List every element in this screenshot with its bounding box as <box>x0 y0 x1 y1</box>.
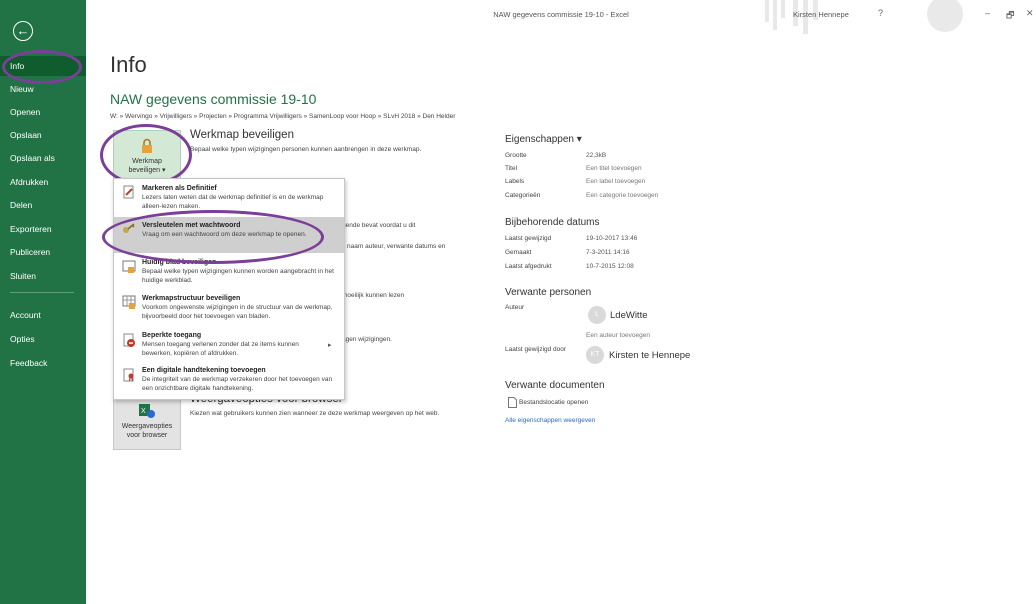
menu-item-digital-signature[interactable]: Een digitale handtekening toevoegen De i… <box>114 364 344 398</box>
excel-browser-icon: X <box>139 404 155 418</box>
protect-section-desc: Bepaal welke typen wijzigingen personen … <box>190 146 422 153</box>
document-title: NAW gegevens commissie 19-10 <box>110 91 317 107</box>
digital-signature-icon <box>123 368 134 382</box>
modified-value: 19-10-2017 13:46 <box>586 235 638 242</box>
categories-field[interactable]: Een categorie toevoegen <box>586 192 658 199</box>
nav-account[interactable]: Account <box>0 305 86 325</box>
created-value: 7-3-2011 14:16 <box>586 249 630 256</box>
menu-item-desc: Voorkom ongewenste wijzigingen in de str… <box>142 304 333 320</box>
author-avatar: L <box>588 306 606 324</box>
nav-info[interactable]: Info <box>0 56 86 76</box>
hidden-section-text: l, naam auteur, verwante datums en <box>342 243 446 250</box>
nav-opties[interactable]: Opties <box>0 329 86 349</box>
nav-opslaan[interactable]: Opslaan <box>0 125 86 145</box>
menu-item-title: Markeren als Definitief <box>142 185 217 192</box>
backstage-sidebar: ← Info Nieuw Openen Opslaan Opslaan als … <box>0 0 86 604</box>
header-decoration-image <box>765 0 963 34</box>
back-arrow-icon[interactable]: ← <box>13 21 33 41</box>
menu-item-restrict-access[interactable]: Beperkte toegang Mensen toegang verlenen… <box>114 329 344 363</box>
menu-item-title: Beperkte toegang <box>142 332 202 339</box>
menu-item-desc: De integriteit van de werkmap verzekeren… <box>142 376 333 392</box>
modified-by-avatar: KT <box>586 346 604 364</box>
properties-header[interactable]: Eigenschappen ▾ <box>505 134 582 145</box>
modified-by-name[interactable]: Kirsten te Hennepe <box>609 350 690 361</box>
protect-workbook-button[interactable]: Werkmap beveiligen ▾ <box>113 130 181 180</box>
nav-divider <box>10 292 74 293</box>
labels-field[interactable]: Een label toevoegen <box>586 178 645 185</box>
size-label: Grootte <box>505 152 527 159</box>
restore-icon[interactable]: 🗗 <box>1006 8 1014 24</box>
help-icon[interactable]: ? <box>878 8 883 18</box>
nav-sluiten[interactable]: Sluiten <box>0 266 86 286</box>
menu-item-title: Versleutelen met wachtwoord <box>142 222 241 229</box>
nav-publiceren[interactable]: Publiceren <box>0 242 86 262</box>
key-icon <box>123 223 135 233</box>
hidden-section-text: gende bevat voordat u dit <box>342 222 416 229</box>
people-header: Verwante personen <box>505 287 592 298</box>
author-name[interactable]: LdeWitte <box>610 310 648 321</box>
author-label: Auteur <box>505 304 525 311</box>
printed-value: 10-7-2015 12:08 <box>586 263 634 270</box>
hidden-section-text: moeilijk kunnen lezen <box>342 292 405 299</box>
menu-item-title: Huidig blad beveiligen <box>142 259 217 266</box>
categories-label: Categorieën <box>505 192 541 199</box>
menu-item-protect-structure[interactable]: Werkmapstructuur beveiligen Voorkom onge… <box>114 291 344 327</box>
menu-item-desc: Vraag om een wachtwoord om deze werkmap … <box>142 231 307 238</box>
protect-workbook-menu: Markeren als Definitief Lezers laten wet… <box>113 178 345 400</box>
nav-afdrukken[interactable]: Afdrukken <box>0 172 86 192</box>
menu-item-title: Werkmapstructuur beveiligen <box>142 295 241 302</box>
protect-section-title: Werkmap beveiligen <box>190 129 294 141</box>
modified-by-label: Laatst gewijzigd door <box>505 346 567 353</box>
page-title: Info <box>110 52 147 77</box>
menu-item-encrypt-password[interactable]: Versleutelen met wachtwoord Vraag om een… <box>114 217 344 253</box>
mark-final-icon <box>123 185 134 199</box>
menu-item-mark-final[interactable]: Markeren als Definitief Lezers laten wet… <box>114 181 344 215</box>
close-icon[interactable]: ✕ <box>1026 8 1034 19</box>
minimize-icon[interactable]: – <box>985 8 990 18</box>
breadcrumb[interactable]: W: » Wervingo » Vrijwilligers » Projecte… <box>110 113 455 120</box>
lock-icon <box>142 138 152 153</box>
menu-item-protect-sheet[interactable]: Huidig blad beveiligen Bepaal welke type… <box>114 256 344 290</box>
created-label: Gemaakt <box>505 249 532 256</box>
restrict-access-icon <box>123 333 135 347</box>
printed-label: Laatst afgedrukt <box>505 263 552 270</box>
browser-button-label-1: Weergaveopties <box>121 423 173 430</box>
signed-in-user[interactable]: Kirsten Hennepe <box>793 10 849 19</box>
submenu-arrow-icon: ▸ <box>328 342 332 349</box>
workbook-structure-icon <box>122 295 136 309</box>
menu-item-desc: Mensen toegang verlenen zonder dat ze it… <box>142 341 299 357</box>
open-file-location-link[interactable]: Bestandslocatie openen <box>519 399 588 406</box>
browser-view-options-button[interactable]: X Weergaveopties voor browser <box>113 398 181 450</box>
nav-opslaan-als[interactable]: Opslaan als <box>0 148 86 168</box>
protect-button-label-1: Werkmap <box>132 158 162 165</box>
nav-feedback[interactable]: Feedback <box>0 353 86 373</box>
svg-text:X: X <box>141 408 146 415</box>
menu-item-title: Een digitale handtekening toevoegen <box>142 367 266 374</box>
show-all-properties-link[interactable]: Alle eigenschappen weergeven <box>505 417 595 424</box>
title-field[interactable]: Een titel toevoegen <box>586 165 642 172</box>
nav-delen[interactable]: Delen <box>0 195 86 215</box>
protect-button-label-2: beveiligen ▾ <box>128 167 166 174</box>
protect-sheet-icon <box>122 260 136 273</box>
labels-label: Labels <box>505 178 525 185</box>
dates-header: Bijbehorende datums <box>505 217 600 228</box>
size-value: 22,3kB <box>586 152 607 159</box>
hidden-section-text: agen wijzigingen. <box>342 336 392 343</box>
folder-file-icon <box>508 397 517 408</box>
menu-item-desc: Lezers laten weten dat de werkmap defini… <box>142 194 324 210</box>
nav-openen[interactable]: Openen <box>0 102 86 122</box>
add-author-link[interactable]: Een auteur toevoegen <box>586 332 650 339</box>
browser-button-label-2: voor browser <box>126 432 168 439</box>
modified-label: Laatst gewijzigd <box>505 235 552 242</box>
nav-nieuw[interactable]: Nieuw <box>0 79 86 99</box>
title-label: Titel <box>505 165 518 172</box>
nav-exporteren[interactable]: Exporteren <box>0 219 86 239</box>
documents-header: Verwante documenten <box>505 380 605 391</box>
menu-item-desc: Bepaal welke typen wijzigingen kunnen wo… <box>142 268 334 284</box>
browser-section-desc: Kiezen wat gebruikers kunnen zien wannee… <box>190 410 440 417</box>
